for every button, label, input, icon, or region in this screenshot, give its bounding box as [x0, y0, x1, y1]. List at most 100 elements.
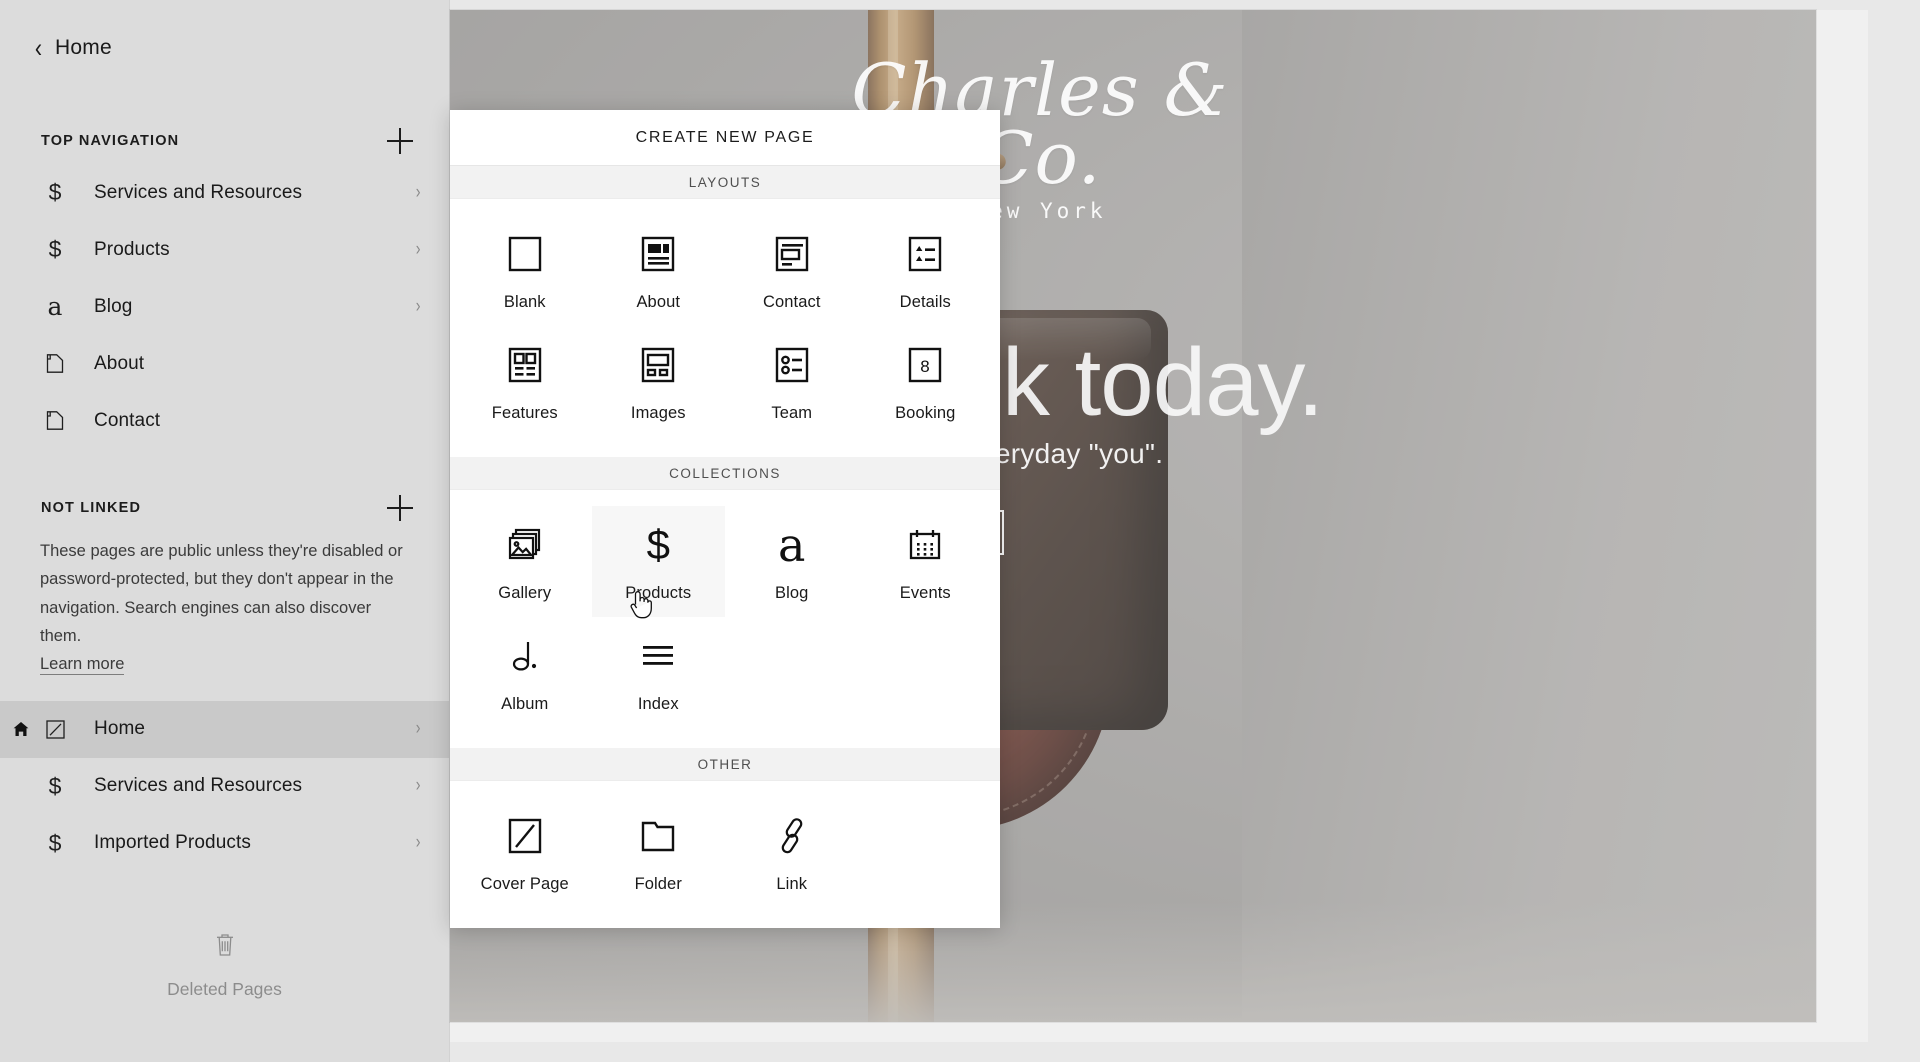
group-heading-other: OTHER: [450, 748, 1000, 781]
sidebar-item-label: Products: [94, 238, 170, 260]
sidebar-item-services-and-resources-unlinked[interactable]: $ Services and Resources ›: [0, 758, 449, 815]
folder-icon: [638, 813, 678, 859]
sidebar-item-home[interactable]: Home ›: [0, 700, 449, 758]
grid-spacer: [859, 617, 993, 728]
sidebar-item-blog[interactable]: a Blog ›: [0, 278, 449, 335]
tile-contact[interactable]: Contact: [725, 215, 859, 326]
page-icon: [38, 353, 72, 374]
tile-index[interactable]: Index: [592, 617, 726, 728]
grid-spacer: [725, 617, 859, 728]
other-grid: Cover Page Folder Link: [450, 781, 1000, 928]
section-header-top-navigation: TOP NAVIGATION: [0, 118, 449, 164]
svg-text:8: 8: [921, 357, 930, 376]
sidebar-item-label: Imported Products: [94, 832, 251, 853]
back-to-home-button[interactable]: ‹ Home: [0, 0, 449, 70]
section-header-not-linked: NOT LINKED: [0, 485, 449, 531]
blog-a-icon: a: [47, 292, 63, 321]
tile-label: Index: [637, 695, 679, 713]
group-heading-layouts: LAYOUTS: [450, 166, 1000, 199]
sidebar-item-label: Services and Resources: [94, 775, 303, 796]
sidebar-item-label: Services and Resources: [94, 181, 303, 203]
not-linked-note-text: These pages are public unless they're di…: [40, 542, 403, 646]
group-heading-collections: COLLECTIONS: [450, 457, 1000, 490]
tile-label: Team: [771, 404, 813, 422]
sidebar-item-imported-products[interactable]: $ Imported Products ›: [0, 815, 449, 872]
tile-label: Details: [899, 293, 951, 311]
learn-more-link[interactable]: Learn more: [40, 655, 125, 675]
tile-team[interactable]: Team: [725, 326, 859, 437]
tile-label: Link: [776, 875, 808, 893]
plus-icon-not-linked[interactable]: [387, 495, 413, 521]
app-root: ‹ Home TOP NAVIGATION $ Services and Res…: [0, 0, 1920, 1062]
tile-album[interactable]: Album: [458, 617, 592, 728]
about-layout-icon: [638, 231, 678, 277]
sidebar-item-label: Home: [94, 718, 146, 739]
layouts-grid: Blank About Contact Details Features Ima…: [450, 199, 1000, 457]
chevron-right-icon: ›: [415, 181, 421, 203]
back-label: Home: [55, 36, 112, 59]
tile-features[interactable]: Features: [458, 326, 592, 437]
details-layout-icon: [905, 231, 945, 277]
tile-folder[interactable]: Folder: [592, 797, 726, 908]
sidebar-item-services-and-resources[interactable]: $ Services and Resources ›: [0, 164, 449, 221]
dollar-icon: $: [48, 179, 62, 205]
tile-blank[interactable]: Blank: [458, 215, 592, 326]
tile-cover-page[interactable]: Cover Page: [458, 797, 592, 908]
tile-events[interactable]: Events: [859, 506, 993, 617]
music-note-icon: [505, 633, 545, 679]
blog-a-icon: a: [778, 518, 806, 572]
chevron-right-icon: ›: [415, 718, 421, 739]
tile-blog[interactable]: a Blog: [725, 506, 859, 617]
tile-link[interactable]: Link: [725, 797, 859, 908]
sidebar-item-contact[interactable]: Contact: [0, 392, 449, 449]
sidebar-item-label: Blog: [94, 295, 133, 317]
features-layout-icon: [505, 342, 545, 388]
tile-label: Folder: [634, 875, 682, 893]
tile-details[interactable]: Details: [859, 215, 993, 326]
dollar-icon: $: [48, 829, 62, 856]
tile-label: Images: [630, 404, 686, 422]
gallery-icon: [505, 522, 545, 568]
tile-label: Events: [899, 584, 951, 602]
tile-products[interactable]: $ Products: [591, 506, 725, 617]
tile-images[interactable]: Images: [592, 326, 726, 437]
deleted-pages-button[interactable]: Deleted Pages: [0, 932, 449, 1000]
link-chain-icon: [772, 813, 812, 859]
section-title: TOP NAVIGATION: [41, 133, 180, 149]
contact-layout-icon: [772, 231, 812, 277]
calendar-icon: [905, 522, 945, 568]
chevron-right-icon: ›: [415, 238, 421, 260]
grid-spacer: [859, 797, 993, 908]
chevron-right-icon: ›: [415, 295, 421, 317]
home-icon: [12, 720, 30, 738]
tile-label: Products: [625, 584, 692, 602]
modal-title: CREATE NEW PAGE: [450, 110, 1000, 166]
tile-about[interactable]: About: [592, 215, 726, 326]
tile-label: Album: [501, 695, 549, 713]
cover-page-icon: [38, 719, 72, 740]
deleted-pages-label: Deleted Pages: [167, 979, 282, 999]
tile-label: About: [636, 293, 681, 311]
tile-gallery[interactable]: Gallery: [458, 506, 592, 617]
tile-label: Contact: [762, 293, 821, 311]
images-layout-icon: [638, 342, 678, 388]
pages-sidebar: ‹ Home TOP NAVIGATION $ Services and Res…: [0, 0, 450, 1062]
chevron-left-icon: ‹: [34, 32, 43, 63]
section-title: NOT LINKED: [41, 500, 142, 516]
dollar-icon: $: [646, 521, 670, 568]
sidebar-item-label: Contact: [94, 409, 161, 431]
plus-icon-top-navigation[interactable]: [387, 128, 413, 154]
team-layout-icon: [772, 342, 812, 388]
dollar-icon: $: [48, 772, 62, 799]
tile-booking[interactable]: 8 Booking: [859, 326, 993, 437]
collections-grid: Gallery $ Products a Blog Events Album I…: [450, 490, 1000, 748]
chevron-right-icon: ›: [415, 775, 421, 796]
cover-page-icon: [505, 813, 545, 859]
booking-calendar-icon: 8: [905, 342, 945, 388]
sidebar-item-about[interactable]: About: [0, 335, 449, 392]
sidebar-item-products[interactable]: $ Products ›: [0, 221, 449, 278]
trash-icon: [213, 932, 237, 963]
sidebar-item-label: About: [94, 352, 145, 374]
dollar-icon: $: [48, 236, 62, 262]
not-linked-note: These pages are public unless they're di…: [0, 531, 449, 675]
